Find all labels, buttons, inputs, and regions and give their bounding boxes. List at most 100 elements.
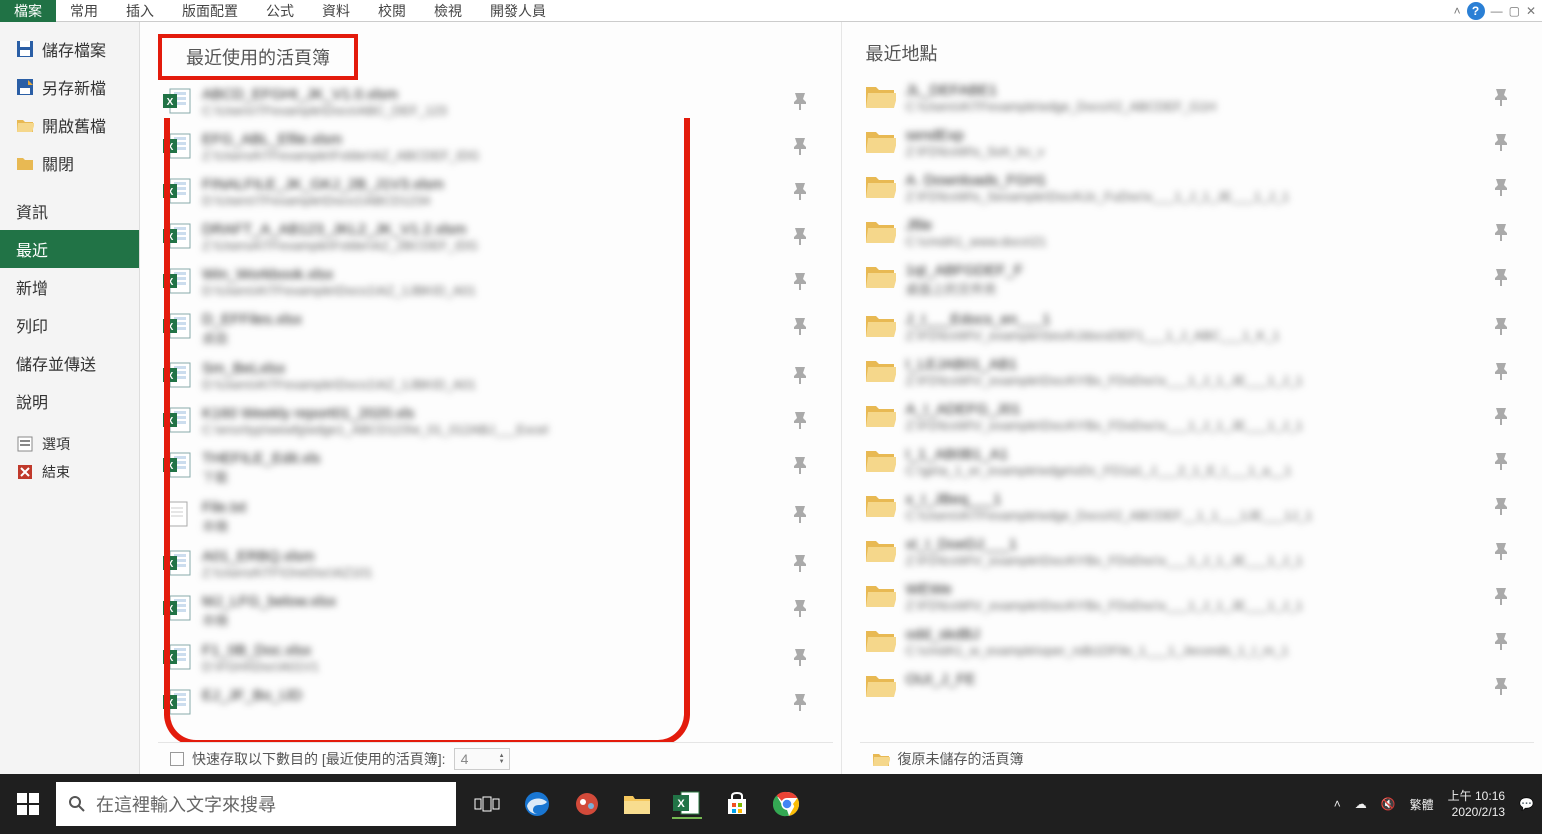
sidebar-item-recent[interactable]: 最近 <box>0 230 139 268</box>
taskbar-clock[interactable]: 上午 10:16 2020/2/13 <box>1448 788 1505 820</box>
close-icon[interactable]: ✕ <box>1526 4 1536 18</box>
sidebar-item-exit[interactable]: 結束 <box>0 458 139 486</box>
sidebar-item-save[interactable]: 儲存檔案 <box>0 30 139 68</box>
recent-place-item[interactable]: A_I_ADEFG_J01 Z:\FD\lcsW\V_example\DocA\… <box>860 394 1517 439</box>
recent-file-item[interactable]: X D_EFFiles.xlsx 桌面 <box>158 304 815 353</box>
pin-icon[interactable] <box>789 503 811 525</box>
recent-file-item[interactable]: X ABCD_EFGHI_JK_V1.0.xlsm C:\Users\TFexa… <box>158 80 815 124</box>
recent-place-item[interactable]: Jfile C:\cmdA1_www.docs\21 <box>860 210 1517 255</box>
recent-file-item[interactable]: X MJ_LFG_below.xlsx 本機 <box>158 586 815 635</box>
pin-icon[interactable] <box>789 364 811 386</box>
excel-icon[interactable]: X <box>672 789 702 819</box>
sidebar-item-info[interactable]: 資訊 <box>0 192 139 230</box>
sidebar-item-open[interactable]: 開啟舊檔 <box>0 106 139 144</box>
sidebar-item-send[interactable]: 儲存並傳送 <box>0 344 139 382</box>
pin-icon[interactable] <box>789 135 811 157</box>
recent-place-item[interactable]: xI_I_DoeDJ___1 Z:\FD\lcsW\V_example\DocA… <box>860 529 1517 574</box>
pin-icon[interactable] <box>789 180 811 202</box>
ribbon-tab-home[interactable]: 常用 <box>56 0 112 22</box>
pin-icon[interactable] <box>789 90 811 112</box>
recent-places-list[interactable]: JL_DEFABE1 C:\Users\A\TFexample\edge_Doc… <box>860 76 1535 742</box>
sidebar-item-saveas[interactable]: 另存新檔 <box>0 68 139 106</box>
ribbon-tab-layout[interactable]: 版面配置 <box>168 0 252 22</box>
pin-icon[interactable] <box>789 270 811 292</box>
onedrive-icon[interactable]: ☁ <box>1355 797 1367 811</box>
pin-icon[interactable] <box>1490 630 1512 652</box>
quick-access-checkbox[interactable] <box>170 752 184 766</box>
pin-icon[interactable] <box>789 552 811 574</box>
pin-icon[interactable] <box>789 691 811 713</box>
app-icon-red[interactable] <box>572 789 602 819</box>
restore-icon[interactable]: ▢ <box>1509 4 1520 18</box>
pin-icon[interactable] <box>1490 450 1512 472</box>
spinner-arrows-icon[interactable]: ▲▼ <box>499 753 505 765</box>
recent-file-item[interactable]: X A01_ERBQ.xlsm Z:\UsersA\TF\OneDoc\AZ10… <box>158 541 815 586</box>
speaker-icon[interactable]: 🔇 <box>1381 797 1396 811</box>
quick-access-spinner[interactable]: 4 ▲▼ <box>454 748 510 770</box>
pin-icon[interactable] <box>789 646 811 668</box>
recent-file-item[interactable]: X K160 Weekly report01_2020.xls C:\ersx\… <box>158 398 815 443</box>
pin-icon[interactable] <box>1490 360 1512 382</box>
recent-file-item[interactable]: X EFG_ABL_Efile.xlsm Z:\UsersA\TFexample… <box>158 124 815 169</box>
help-icon[interactable]: ? <box>1467 2 1485 20</box>
recent-place-item[interactable]: WEWe Z:\FD\lcsW\V_example\DocA\YBx_FDoDo… <box>860 574 1517 619</box>
pin-icon[interactable] <box>1490 176 1512 198</box>
ribbon-min-icon[interactable]: ˄ <box>1454 4 1461 18</box>
recent-place-item[interactable]: I_1_AB0B1_A1 C:\ge\a_1_er_example\edge\o… <box>860 439 1517 484</box>
file-explorer-icon[interactable] <box>622 789 652 819</box>
pin-icon[interactable] <box>789 409 811 431</box>
pin-icon[interactable] <box>789 597 811 619</box>
ribbon-tab-review[interactable]: 校閱 <box>364 0 420 22</box>
sidebar-item-print[interactable]: 列印 <box>0 306 139 344</box>
ribbon-tab-file[interactable]: 檔案 <box>0 0 56 22</box>
chrome-icon[interactable] <box>772 789 802 819</box>
pin-icon[interactable] <box>789 315 811 337</box>
recent-file-item[interactable]: X Sm_BeLxlsx D:\Users\A\TFexample\Docs1\… <box>158 353 815 398</box>
edge-icon[interactable] <box>522 789 552 819</box>
pin-icon[interactable] <box>1490 495 1512 517</box>
pin-icon[interactable] <box>789 225 811 247</box>
recover-label[interactable]: 復原未儲存的活頁簿 <box>898 749 1024 769</box>
recent-place-item[interactable]: odd_skdBJ C:\cmdA1_w_example\oper_ndb1DF… <box>860 619 1517 664</box>
store-icon[interactable] <box>722 789 752 819</box>
minimize-icon[interactable]: — <box>1491 4 1503 18</box>
recent-place-item[interactable]: 1qI_ABFGDEF_F 桌面上的文件夾 <box>860 255 1517 304</box>
recent-place-item[interactable]: J_I___Edocs_en___1 Z:\FD\lcsW\V_example\… <box>860 304 1517 349</box>
recent-file-item[interactable]: X Win_Workbook.xlsx D:\Users\A\TFexample… <box>158 259 815 304</box>
sidebar-item-close[interactable]: 關閉 <box>0 144 139 182</box>
recent-place-item[interactable]: A. Downloads_FGH1 Z:\FD\lcsW\s_Sexample\… <box>860 165 1517 210</box>
recent-file-item[interactable]: X THEFILE_Edit.xls 下載 <box>158 443 815 492</box>
start-button[interactable] <box>0 774 56 834</box>
recent-file-item[interactable]: X FINALFILE_JK_GKJ_2B_J1V3.xlsm D:\Users… <box>158 169 815 214</box>
taskview-icon[interactable] <box>472 789 502 819</box>
pin-icon[interactable] <box>1490 405 1512 427</box>
pin-icon[interactable] <box>1490 675 1512 697</box>
sidebar-item-new[interactable]: 新增 <box>0 268 139 306</box>
tray-chevron-icon[interactable]: ˄ <box>1334 797 1341 811</box>
recent-place-item[interactable]: x_I_JBeq___1 C:\Users\A\TFexample\edge_D… <box>860 484 1517 529</box>
recent-file-item[interactable]: File.txt 本機 <box>158 492 815 541</box>
recent-file-item[interactable]: X F1_0B_Doc.xlsx D:\FGHI\Doc\A01V1 <box>158 635 815 680</box>
pin-icon[interactable] <box>1490 131 1512 153</box>
pin-icon[interactable] <box>1490 266 1512 288</box>
taskbar-search[interactable]: 在這裡輸入文字來搜尋 <box>56 782 456 826</box>
notifications-icon[interactable]: 💬 <box>1519 797 1534 811</box>
sidebar-item-options[interactable]: 選項 <box>0 430 139 458</box>
ribbon-tab-data[interactable]: 資料 <box>308 0 364 22</box>
recent-place-item[interactable]: JL_DEFABE1 C:\Users\A\TFexample\edge_Doc… <box>860 76 1517 120</box>
pin-icon[interactable] <box>1490 585 1512 607</box>
ime-label[interactable]: 繁體 <box>1410 796 1434 813</box>
recent-place-item[interactable]: OUI_J_FE <box>860 664 1517 705</box>
recent-file-item[interactable]: X DRAFT_A_AB123_JKL2_JK_V1.2.xlsm Z:\Use… <box>158 214 815 259</box>
recent-place-item[interactable]: I_LEJAB01_AB1 Z:\FD\lcsW\V_example\DocA\… <box>860 349 1517 394</box>
pin-icon[interactable] <box>1490 221 1512 243</box>
recent-file-item[interactable]: X EJ_JF_Bo_IJD <box>158 680 815 723</box>
recent-place-item[interactable]: sendExp Z:\FD\lcsW\s_Soh_kv_v <box>860 120 1517 165</box>
ribbon-tab-view[interactable]: 檢視 <box>420 0 476 22</box>
ribbon-tab-formula[interactable]: 公式 <box>252 0 308 22</box>
pin-icon[interactable] <box>789 454 811 476</box>
pin-icon[interactable] <box>1490 540 1512 562</box>
pin-icon[interactable] <box>1490 315 1512 337</box>
ribbon-tab-dev[interactable]: 開發人員 <box>476 0 560 22</box>
recent-files-list[interactable]: X ABCD_EFGHI_JK_V1.0.xlsm C:\Users\TFexa… <box>158 80 833 742</box>
